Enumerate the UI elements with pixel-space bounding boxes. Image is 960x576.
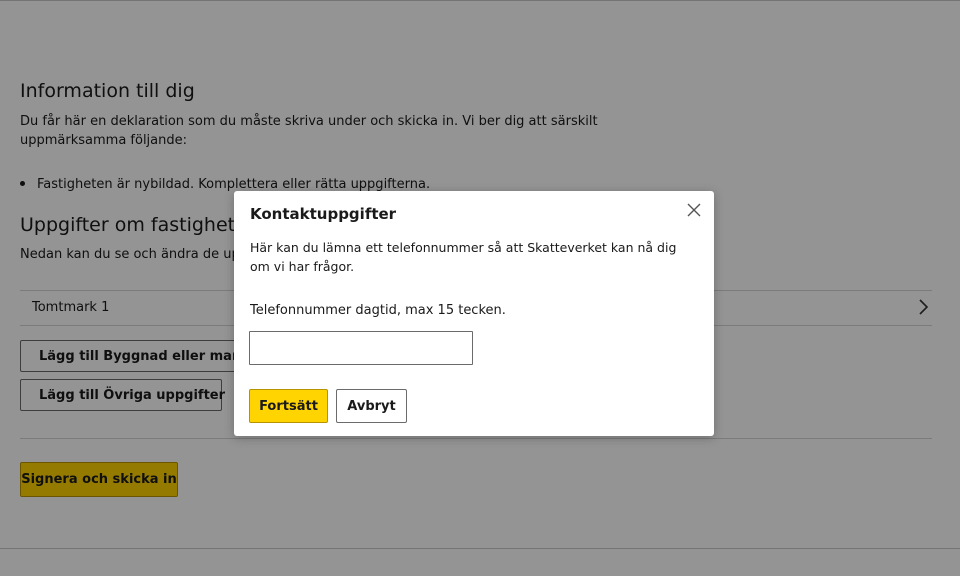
contact-dialog: Kontaktuppgifter Här kan du lämna ett te… <box>234 191 714 436</box>
dialog-title: Kontaktuppgifter <box>250 205 397 223</box>
dialog-description: Här kan du lämna ett telefonnummer så at… <box>250 240 677 274</box>
cancel-button[interactable]: Avbryt <box>336 389 407 423</box>
continue-button[interactable]: Fortsätt <box>249 389 328 423</box>
phone-input[interactable] <box>249 331 473 365</box>
close-icon[interactable] <box>686 202 702 218</box>
phone-label: Telefonnummer dagtid, max 15 tecken. <box>250 303 506 318</box>
